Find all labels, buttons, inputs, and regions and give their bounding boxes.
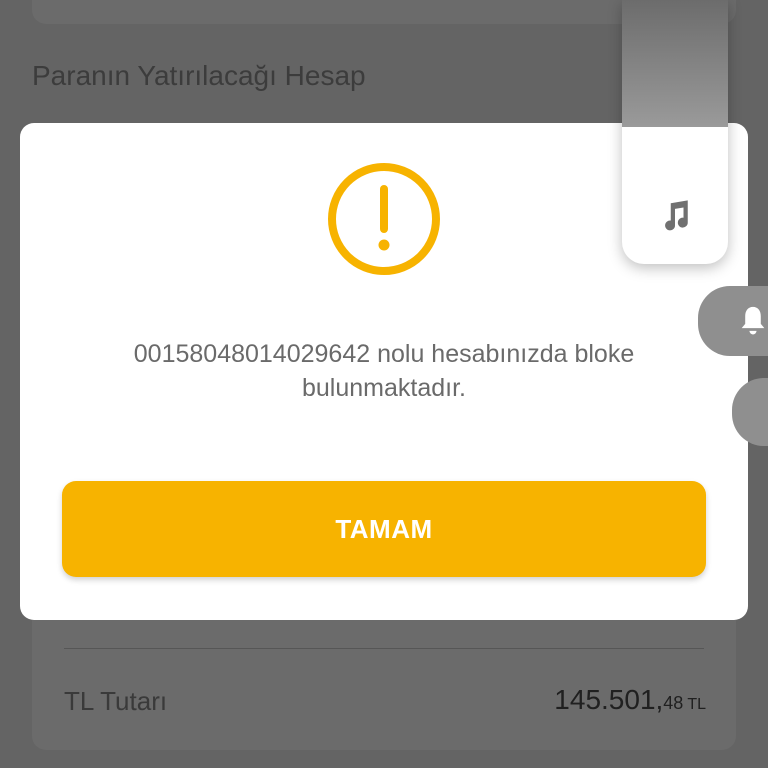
- amount-main: 145.501,: [554, 684, 664, 715]
- section-title: Paranın Yatırılacağı Hesap: [32, 60, 366, 91]
- music-note-icon: [665, 200, 688, 231]
- volume-slider-track: [622, 0, 728, 127]
- volume-slider[interactable]: [622, 0, 728, 264]
- ok-button-label: TAMAM: [335, 513, 433, 544]
- background-card-bottom: [32, 600, 736, 750]
- amount-currency: TL: [687, 696, 706, 713]
- divider: [64, 648, 704, 649]
- bell-icon: [741, 306, 765, 335]
- amount-label: TL Tutarı: [64, 686, 168, 716]
- ok-button[interactable]: TAMAM: [62, 481, 706, 577]
- alert-circle-icon: [328, 163, 440, 275]
- amount-value: 145.501,48 TL: [554, 684, 706, 716]
- amount-cents: 48: [663, 693, 684, 713]
- dialog-message: 00158048014029642 nolu hesabınızda bloke…: [133, 340, 635, 402]
- ringer-button[interactable]: [698, 286, 768, 356]
